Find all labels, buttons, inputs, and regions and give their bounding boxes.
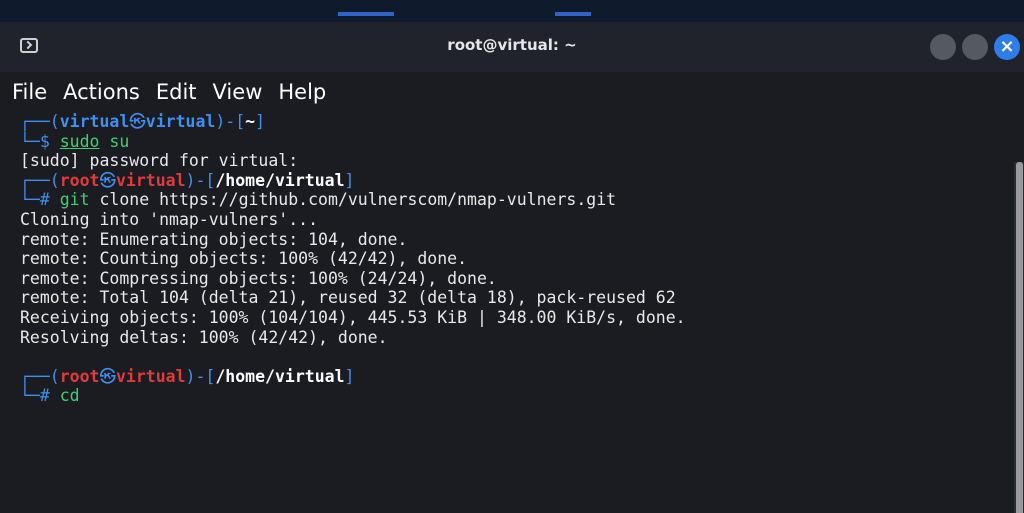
prompt-line: ┌──(root㉿virtual)-[/home/virtual] [20,170,355,190]
prompt-line: ┌──(virtual㉿virtual)-[~] [20,112,266,131]
window-title: root@virtual: ~ [447,36,577,54]
terminal-window: root@virtual: ~ × File Actions Edit View… [0,22,1024,513]
menu-file[interactable]: File [12,80,47,104]
minimize-button[interactable] [930,34,956,60]
menu-view[interactable]: View [213,80,263,104]
menu-help[interactable]: Help [278,80,326,104]
output-line: remote: Total 104 (delta 21), reused 32 … [20,288,676,308]
menu-bar: File Actions Edit View Help [0,72,1024,112]
menu-edit[interactable]: Edit [156,80,197,104]
scrollbar[interactable] [1014,162,1024,513]
output-line: remote: Compressing objects: 100% (24/24… [20,268,497,288]
output-line: remote: Enumerating objects: 104, done. [20,229,408,249]
taskbar-indicator [338,12,394,16]
sudo-prompt: [sudo] password for virtual: [20,151,299,171]
output-line: Cloning into 'nmap-vulners'... [20,209,319,229]
title-bar[interactable]: root@virtual: ~ × [0,22,1024,72]
output-line: Resolving deltas: 100% (42/42), done. [20,327,388,347]
close-button[interactable]: × [994,34,1020,60]
output-line: Receiving objects: 100% (104/104), 445.5… [20,307,686,327]
background-taskbar-strip [0,0,1024,22]
output-line: remote: Counting objects: 100% (42/42), … [20,249,468,269]
command-line: └─# cd [20,386,80,406]
taskbar-indicator [555,12,591,16]
command-line: └─$ sudo su [20,131,130,151]
terminal-output[interactable]: ┌──(virtual㉿virtual)-[~] └─$ sudo su [su… [0,112,1010,513]
maximize-button[interactable] [962,34,988,60]
prompt-line: ┌──(root㉿virtual)-[/home/virtual] [20,366,355,386]
menu-actions[interactable]: Actions [63,80,140,104]
command-line: └─# git clone https://github.com/vulners… [20,190,617,210]
scrollbar-thumb[interactable] [1016,162,1023,513]
